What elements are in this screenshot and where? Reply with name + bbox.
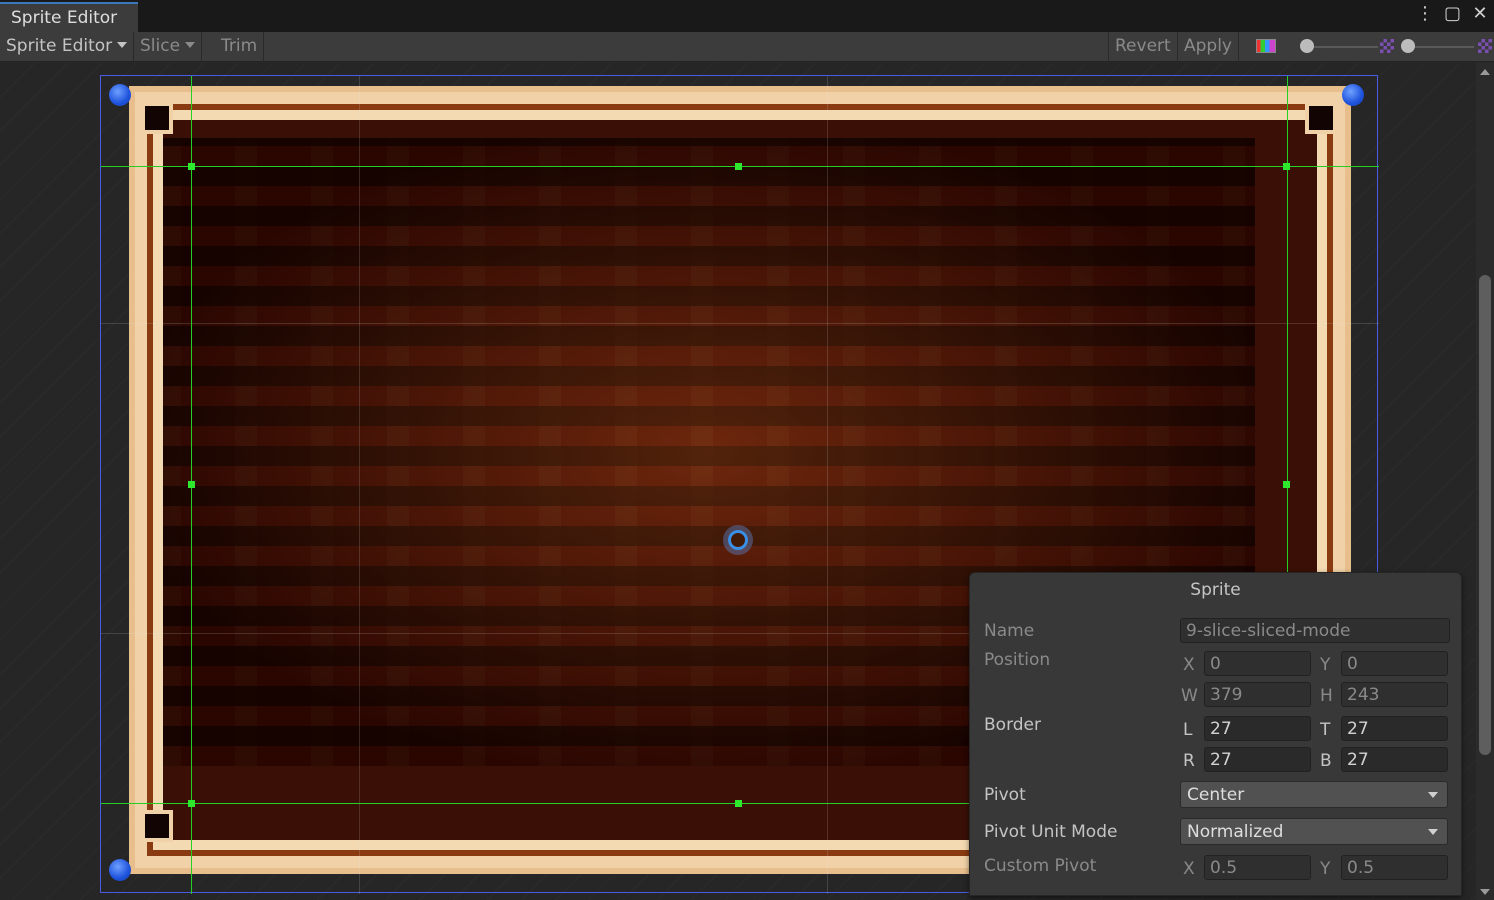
border-handle-right[interactable] bbox=[1283, 481, 1290, 488]
position-x-label: X bbox=[1183, 655, 1195, 675]
zoom-slider-handle[interactable] bbox=[1300, 39, 1314, 53]
slice-label: Slice bbox=[140, 36, 181, 56]
border-handle-bottom-left[interactable] bbox=[188, 800, 195, 807]
zoom-slider[interactable] bbox=[1308, 46, 1378, 48]
border-label: Border bbox=[984, 715, 1041, 735]
corner-ornament-top-left bbox=[141, 102, 173, 134]
window-tab-sprite-editor[interactable]: Sprite Editor bbox=[0, 2, 138, 32]
pivot-unit-mode-value: Normalized bbox=[1187, 822, 1284, 842]
window-controls: ⋮ ▢ ✕ bbox=[1416, 4, 1488, 24]
border-b-field[interactable]: 27 bbox=[1341, 747, 1448, 772]
color-channel-toggle-icon[interactable] bbox=[1256, 39, 1276, 53]
scrollbar-thumb[interactable] bbox=[1479, 275, 1491, 755]
size-w-label: W bbox=[1181, 686, 1198, 706]
chevron-down-icon bbox=[117, 42, 128, 48]
pivot-label: Pivot bbox=[984, 785, 1026, 805]
custom-pivot-y-field[interactable]: 0.5 bbox=[1341, 855, 1448, 880]
corner-ornament-bottom-left bbox=[141, 810, 173, 842]
custom-pivot-y-label: Y bbox=[1320, 859, 1331, 879]
border-t-field[interactable]: 27 bbox=[1341, 716, 1448, 741]
revert-button[interactable]: Revert bbox=[1108, 32, 1178, 62]
custom-pivot-label: Custom Pivot bbox=[984, 856, 1097, 876]
pivot-dropdown[interactable]: Center bbox=[1180, 781, 1448, 808]
position-x-field[interactable]: 0 bbox=[1204, 651, 1311, 676]
border-handle-left[interactable] bbox=[188, 481, 195, 488]
mip-slider[interactable] bbox=[1408, 46, 1474, 48]
rect-handle-bottom-left[interactable] bbox=[109, 859, 131, 881]
name-label: Name bbox=[984, 621, 1035, 641]
scroll-up-icon[interactable] bbox=[1480, 69, 1490, 75]
scroll-down-icon[interactable] bbox=[1480, 889, 1490, 895]
size-h-label: H bbox=[1320, 686, 1333, 706]
close-icon[interactable]: ✕ bbox=[1472, 4, 1488, 24]
border-t-label: T bbox=[1320, 720, 1331, 740]
pivot-handle-icon[interactable] bbox=[728, 530, 748, 550]
alpha-checker-icon bbox=[1380, 39, 1394, 53]
panel-title: Sprite bbox=[1190, 580, 1241, 600]
chevron-down-icon bbox=[1428, 792, 1438, 798]
maximize-icon[interactable]: ▢ bbox=[1444, 4, 1461, 24]
border-handle-top[interactable] bbox=[735, 163, 742, 170]
name-field[interactable]: 9-slice-sliced-mode bbox=[1180, 618, 1450, 643]
pivot-dropdown-value: Center bbox=[1187, 785, 1245, 805]
custom-pivot-x-field[interactable]: 0.5 bbox=[1204, 855, 1311, 880]
corner-ornament-top-right bbox=[1305, 102, 1337, 134]
size-w-field[interactable]: 379 bbox=[1204, 682, 1311, 707]
size-h-field[interactable]: 243 bbox=[1341, 682, 1448, 707]
chevron-down-icon bbox=[1428, 829, 1438, 835]
position-y-field[interactable]: 0 bbox=[1341, 651, 1448, 676]
position-y-label: Y bbox=[1320, 655, 1331, 675]
apply-button[interactable]: Apply bbox=[1178, 32, 1239, 62]
pixel-grid-line bbox=[359, 76, 360, 894]
border-l-field[interactable]: 27 bbox=[1204, 716, 1311, 741]
border-r-label: R bbox=[1183, 751, 1195, 771]
chevron-down-icon bbox=[185, 42, 196, 48]
window-titlebar: Sprite Editor ⋮ ▢ ✕ bbox=[0, 0, 1494, 32]
rect-handle-top-right[interactable] bbox=[1342, 84, 1364, 106]
border-handle-top-right[interactable] bbox=[1283, 163, 1290, 170]
rect-handle-top-left[interactable] bbox=[109, 84, 131, 106]
position-label: Position bbox=[984, 650, 1051, 670]
pivot-unit-mode-dropdown[interactable]: Normalized bbox=[1180, 818, 1448, 845]
pixel-grid-line bbox=[827, 76, 828, 894]
border-r-field[interactable]: 27 bbox=[1204, 747, 1311, 772]
mip-slider-handle[interactable] bbox=[1401, 39, 1415, 53]
custom-pivot-x-label: X bbox=[1183, 859, 1195, 879]
more-options-icon[interactable]: ⋮ bbox=[1416, 4, 1434, 24]
border-handle-top-left[interactable] bbox=[188, 163, 195, 170]
pivot-unit-mode-label: Pivot Unit Mode bbox=[984, 822, 1118, 842]
mip-level-icon bbox=[1478, 39, 1492, 53]
pixel-grid-line bbox=[101, 323, 1379, 324]
editor-mode-dropdown[interactable]: Sprite Editor bbox=[0, 32, 135, 62]
border-b-label: B bbox=[1320, 751, 1332, 771]
border-handle-bottom[interactable] bbox=[735, 800, 742, 807]
vertical-scrollbar[interactable] bbox=[1476, 63, 1494, 900]
border-l-label: L bbox=[1183, 720, 1193, 740]
sprite-inspector-panel: Sprite Name 9-slice-sliced-mode Position… bbox=[969, 572, 1462, 896]
editor-mode-label: Sprite Editor bbox=[6, 36, 113, 56]
slice-dropdown[interactable]: Slice bbox=[134, 32, 203, 62]
trim-button[interactable]: Trim bbox=[215, 32, 265, 62]
